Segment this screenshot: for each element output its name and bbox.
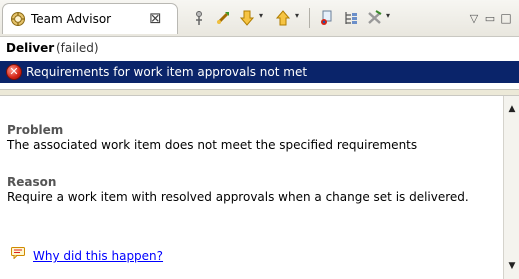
toolbar-separator [309,8,310,28]
scroll-down-icon[interactable]: ▼ [506,261,518,271]
previous-icon[interactable] [274,9,292,27]
scroll-up-icon[interactable]: ▲ [506,104,518,114]
next-icon[interactable] [238,9,256,27]
operation-header: Deliver (failed) [0,36,519,61]
problem-list-item-label: Requirements for work item approvals not… [26,65,308,79]
remove-all-icon[interactable] [366,9,384,27]
tab-title: Team Advisor [31,12,112,26]
error-icon: ✕ [6,64,22,80]
minimize-icon[interactable]: ▭ [484,9,496,27]
operation-status: (failed) [56,41,99,55]
tab-close-icon[interactable]: ⊠ [149,9,162,27]
details-pane: Problem The associated work item does no… [0,96,503,279]
problem-list-item[interactable]: ✕ Requirements for work item approvals n… [0,61,519,83]
reason-heading: Reason [7,175,57,189]
team-advisor-icon [10,11,26,27]
why-did-this-happen-link[interactable]: Why did this happen? [33,249,163,263]
operation-name: Deliver [6,41,55,55]
help-bubble-icon [11,247,25,260]
previous-dropdown-icon[interactable]: ▾ [295,11,299,20]
problem-text: The associated work item does not meet t… [7,138,418,152]
reason-text: Require a work item with resolved approv… [7,190,469,204]
team-advisor-view: Team Advisor ⊠ ▾ ▾ ▾ ▽ ▭ □ Deliver (fail… [0,0,519,279]
tree-icon[interactable] [342,9,360,27]
view-toolbar: Team Advisor ⊠ ▾ ▾ ▾ ▽ ▭ □ [0,0,519,36]
maximize-icon[interactable]: □ [500,9,512,27]
remove-all-dropdown-icon[interactable]: ▾ [386,11,390,20]
sash-divider[interactable] [0,89,519,96]
problem-heading: Problem [7,123,64,137]
team-advisor-tab[interactable]: Team Advisor ⊠ [2,3,178,34]
settings-icon[interactable] [318,9,336,27]
vertical-scrollbar[interactable]: ▲ ▼ [503,96,519,279]
next-dropdown-icon[interactable]: ▾ [259,11,263,20]
run-icon[interactable] [214,9,232,27]
pin-icon[interactable] [190,9,208,27]
view-menu-icon[interactable]: ▽ [468,9,480,27]
